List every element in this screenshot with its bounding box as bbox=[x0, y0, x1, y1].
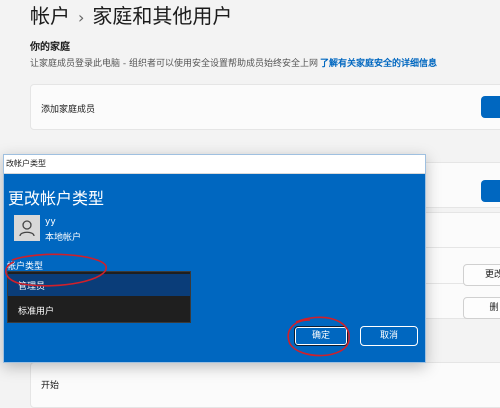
add-family-member-card: 添加家庭成员 bbox=[30, 84, 500, 130]
family-safety-link[interactable]: 了解有关家庭安全的详细信息 bbox=[320, 59, 437, 69]
user-name: yy bbox=[45, 217, 56, 227]
family-section-title: 你的家庭 bbox=[30, 42, 70, 53]
ok-button[interactable]: 确定 bbox=[294, 326, 348, 346]
kiosk-start-label[interactable]: 开始 bbox=[41, 378, 59, 391]
chevron-right-icon: › bbox=[78, 8, 85, 27]
change-account-type-button[interactable]: 更改 bbox=[463, 264, 500, 286]
dialog-titlebar[interactable]: 改帐户类型 bbox=[4, 155, 425, 174]
add-family-member-label: 添加家庭成员 bbox=[41, 105, 96, 115]
add-other-user-button[interactable] bbox=[481, 180, 500, 202]
page-title: 帐户 › 家庭和其他用户 bbox=[30, 0, 232, 29]
kiosk-card: 开始 bbox=[30, 362, 500, 408]
remove-account-button[interactable]: 删 bbox=[463, 297, 500, 319]
option-administrator-label: 管理员 bbox=[18, 282, 46, 292]
dialog-heading: 更改帐户类型 bbox=[8, 189, 105, 208]
account-type-dropdown-list: 管理员 标准用户 bbox=[7, 271, 191, 323]
breadcrumb-current: 家庭和其他用户 bbox=[92, 4, 233, 28]
family-description: 让家庭成员登录此电脑 - 组织者可以使用安全设置帮助成员始终安全上网 了解有关家庭… bbox=[30, 56, 437, 69]
change-account-type-dialog: 改帐户类型 更改帐户类型 yy 本地帐户 帐户类型 管理员 标准用户 确定 取消 bbox=[3, 154, 426, 363]
user-account-kind: 本地帐户 bbox=[45, 233, 82, 243]
family-description-text: 让家庭成员登录此电脑 - 组织者可以使用安全设置帮助成员始终安全上网 bbox=[30, 59, 318, 69]
option-administrator[interactable]: 管理员 bbox=[8, 274, 190, 296]
person-icon bbox=[14, 215, 40, 241]
dialog-titlebar-text: 改帐户类型 bbox=[6, 159, 46, 168]
option-standard-user-label: 标准用户 bbox=[18, 307, 55, 317]
breadcrumb-parent[interactable]: 帐户 bbox=[30, 4, 70, 28]
add-family-member-button[interactable] bbox=[481, 96, 500, 118]
option-standard-user[interactable]: 标准用户 bbox=[8, 299, 190, 321]
cancel-button[interactable]: 取消 bbox=[360, 326, 418, 346]
